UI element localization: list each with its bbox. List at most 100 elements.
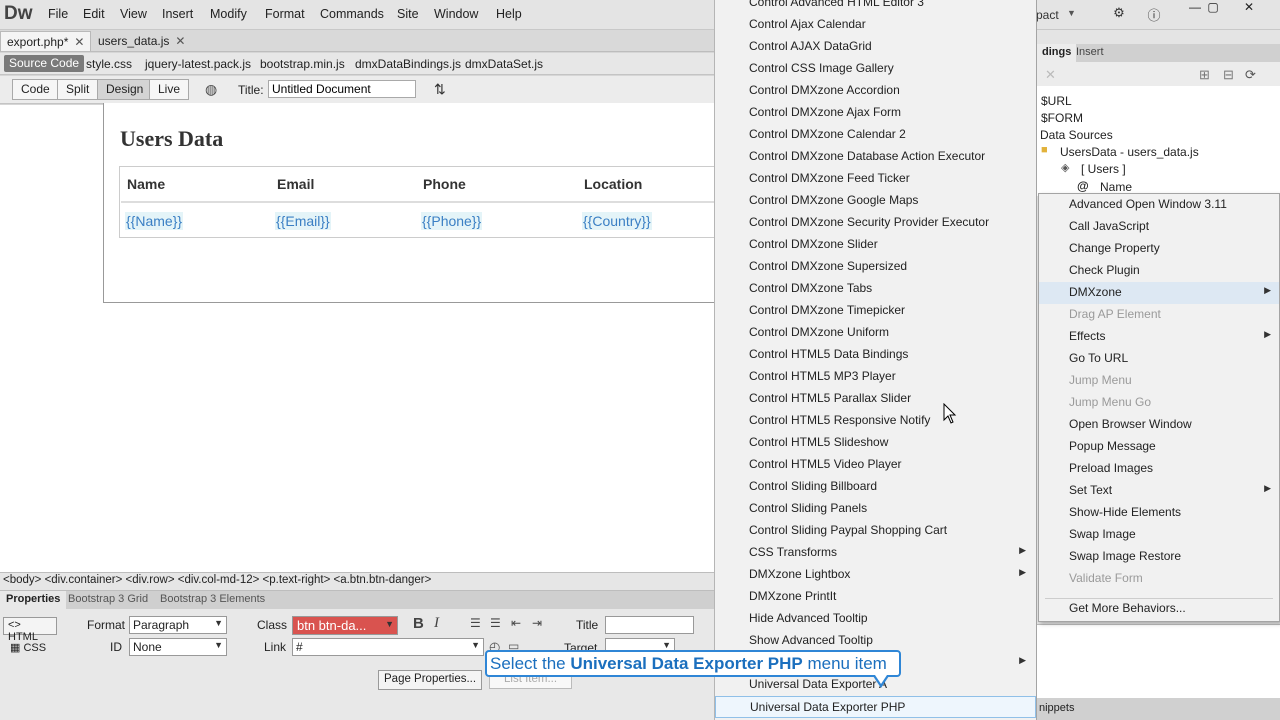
- info-icon[interactable]: ⓘ: [1141, 5, 1167, 23]
- ordered-list-icon[interactable]: ☰: [490, 616, 501, 630]
- submenu-item[interactable]: Control DMXzone Uniform: [715, 322, 1036, 344]
- split-view-button[interactable]: Split: [57, 79, 99, 100]
- submenu-item[interactable]: Control AJAX DataGrid: [715, 36, 1036, 58]
- submenu-item[interactable]: Control DMXzone Ajax Form: [715, 102, 1036, 124]
- bold-icon[interactable]: B: [413, 615, 424, 632]
- menu-item-dmxzone[interactable]: DMXzone ▶: [1039, 282, 1279, 304]
- tab-properties[interactable]: Properties: [0, 591, 67, 609]
- submenu-item[interactable]: Control HTML5 Parallax Slider: [715, 388, 1036, 410]
- menu-item-open-browser-window[interactable]: Open Browser Window: [1039, 414, 1279, 436]
- submenu-item[interactable]: Control DMXzone Slider: [715, 234, 1036, 256]
- expand-icon[interactable]: ⊞: [1199, 67, 1210, 83]
- submenu-item[interactable]: Control DMXzone Timepicker: [715, 300, 1036, 322]
- refresh-icon[interactable]: ⟳: [1245, 67, 1256, 83]
- submenu-item[interactable]: Control DMXzone Feed Ticker: [715, 168, 1036, 190]
- tree-item[interactable]: [ Users ]: [1081, 162, 1126, 176]
- tree-item[interactable]: $URL: [1041, 94, 1072, 108]
- submenu-item[interactable]: DMXzone PrintIt: [715, 586, 1036, 608]
- submenu-item-css-transforms[interactable]: CSS Transforms ▶: [715, 542, 1036, 564]
- tab-bootstrap-elements[interactable]: Bootstrap 3 Elements: [154, 591, 271, 609]
- indent-icon[interactable]: ⇥: [532, 616, 542, 630]
- menu-item-effects[interactable]: Effects ▶: [1039, 326, 1279, 348]
- unordered-list-icon[interactable]: ☰: [470, 616, 481, 630]
- related-file[interactable]: dmxDataBindings.js: [355, 57, 461, 71]
- menu-item-show-hide-elements[interactable]: Show-Hide Elements: [1039, 502, 1279, 524]
- submenu-item[interactable]: Control CSS Image Gallery: [715, 58, 1036, 80]
- menu-item-preload-images[interactable]: Preload Images: [1039, 458, 1279, 480]
- submenu-item-universal-data-exporter-php[interactable]: Universal Data Exporter PHP: [715, 696, 1036, 718]
- binding-country[interactable]: {{Country}}: [582, 212, 652, 230]
- page-properties-button[interactable]: Page Properties...: [378, 670, 483, 690]
- workspace-switcher[interactable]: pact: [1036, 8, 1059, 22]
- menu-help[interactable]: Help: [496, 7, 522, 21]
- tree-item[interactable]: Data Sources: [1040, 128, 1113, 142]
- menu-item-swap-image-restore[interactable]: Swap Image Restore: [1039, 546, 1279, 568]
- submenu-item[interactable]: Show Advanced Tooltip: [715, 630, 1036, 652]
- file-transfer-icon[interactable]: ⇅: [434, 81, 446, 98]
- tag-selector[interactable]: <body> <div.container> <div.row> <div.co…: [0, 572, 714, 590]
- css-mode-button[interactable]: ▦ CSS: [10, 641, 46, 654]
- snippets-tab[interactable]: nippets: [1037, 698, 1280, 720]
- menu-item-swap-image[interactable]: Swap Image: [1039, 524, 1279, 546]
- menu-item-advanced-open-window[interactable]: Advanced Open Window 3.11: [1039, 194, 1279, 216]
- related-file[interactable]: style.css: [86, 57, 132, 71]
- page-heading[interactable]: Users Data: [120, 126, 223, 152]
- submenu-item[interactable]: Control HTML5 Responsive Notify: [715, 410, 1036, 432]
- submenu-item[interactable]: Control DMXzone Supersized: [715, 256, 1036, 278]
- binding-name[interactable]: {{Name}}: [125, 212, 184, 230]
- html-mode-button[interactable]: <> HTML: [3, 617, 57, 643]
- menu-item-call-javascript[interactable]: Call JavaScript: [1039, 216, 1279, 238]
- globe-icon[interactable]: ◍: [205, 81, 217, 98]
- related-file[interactable]: jquery-latest.pack.js: [145, 57, 251, 71]
- link-input[interactable]: # ▼: [292, 638, 484, 656]
- design-view-button[interactable]: Design: [97, 79, 153, 100]
- submenu-item[interactable]: Control DMXzone Database Action Executor: [715, 146, 1036, 168]
- submenu-item[interactable]: Control HTML5 Data Bindings: [715, 344, 1036, 366]
- submenu-item[interactable]: Control DMXzone Calendar 2: [715, 124, 1036, 146]
- menu-item-check-plugin[interactable]: Check Plugin: [1039, 260, 1279, 282]
- class-select[interactable]: btn btn-da... ▼: [292, 616, 398, 635]
- menu-site[interactable]: Site: [397, 7, 419, 21]
- live-view-button[interactable]: Live: [149, 79, 190, 100]
- menu-item-change-property[interactable]: Change Property: [1039, 238, 1279, 260]
- submenu-item[interactable]: Control HTML5 MP3 Player: [715, 366, 1036, 388]
- italic-icon[interactable]: I: [434, 615, 439, 632]
- close-icon[interactable]: ✕: [1232, 0, 1266, 18]
- menu-modify[interactable]: Modify: [210, 7, 247, 21]
- id-select[interactable]: None ▼: [129, 638, 227, 656]
- submenu-item[interactable]: Control Sliding Panels: [715, 498, 1036, 520]
- collapse-icon[interactable]: ⊟: [1223, 67, 1234, 83]
- tree-item[interactable]: UsersData - users_data.js: [1060, 145, 1199, 159]
- close-icon[interactable]: ✕: [74, 35, 84, 49]
- maximize-icon[interactable]: ▢: [1196, 0, 1230, 18]
- menu-commands[interactable]: Commands: [320, 7, 384, 21]
- related-file[interactable]: dmxDataSet.js: [465, 57, 543, 71]
- submenu-item[interactable]: Control Ajax Calendar: [715, 14, 1036, 36]
- menu-item-popup-message[interactable]: Popup Message: [1039, 436, 1279, 458]
- submenu-item[interactable]: Control Advanced HTML Editor 3: [715, 0, 1036, 14]
- format-select[interactable]: Paragraph ▼: [129, 616, 227, 634]
- menu-edit[interactable]: Edit: [83, 7, 105, 21]
- source-code-button[interactable]: Source Code: [4, 55, 85, 72]
- submenu-item[interactable]: Hide Advanced Tooltip: [715, 608, 1036, 630]
- tab-bootstrap-grid[interactable]: Bootstrap 3 Grid: [62, 591, 154, 609]
- menu-item-set-text[interactable]: Set Text ▶: [1039, 480, 1279, 502]
- submenu-item[interactable]: Control Sliding Billboard: [715, 476, 1036, 498]
- submenu-item[interactable]: Control HTML5 Slideshow: [715, 432, 1036, 454]
- menu-window[interactable]: Window: [434, 7, 478, 21]
- submenu-item[interactable]: Control Sliding Paypal Shopping Cart: [715, 520, 1036, 542]
- tab-users-data-js[interactable]: users_data.js ✕: [92, 31, 191, 51]
- submenu-item-dmxzone-lightbox[interactable]: DMXzone Lightbox ▶: [715, 564, 1036, 586]
- submenu-item[interactable]: Control DMXzone Accordion: [715, 80, 1036, 102]
- tab-insert[interactable]: Insert: [1071, 44, 1109, 62]
- menu-file[interactable]: File: [48, 7, 68, 21]
- submenu-item[interactable]: Control DMXzone Tabs: [715, 278, 1036, 300]
- outdent-icon[interactable]: ⇤: [511, 616, 521, 630]
- menu-item-go-to-url[interactable]: Go To URL: [1039, 348, 1279, 370]
- menu-item-get-more-behaviors[interactable]: Get More Behaviors...: [1039, 598, 1279, 620]
- submenu-item[interactable]: Control DMXzone Google Maps: [715, 190, 1036, 212]
- binding-phone[interactable]: {{Phone}}: [421, 212, 483, 230]
- title-field[interactable]: [605, 616, 694, 634]
- code-view-button[interactable]: Code: [12, 79, 59, 100]
- related-file[interactable]: bootstrap.min.js: [260, 57, 345, 71]
